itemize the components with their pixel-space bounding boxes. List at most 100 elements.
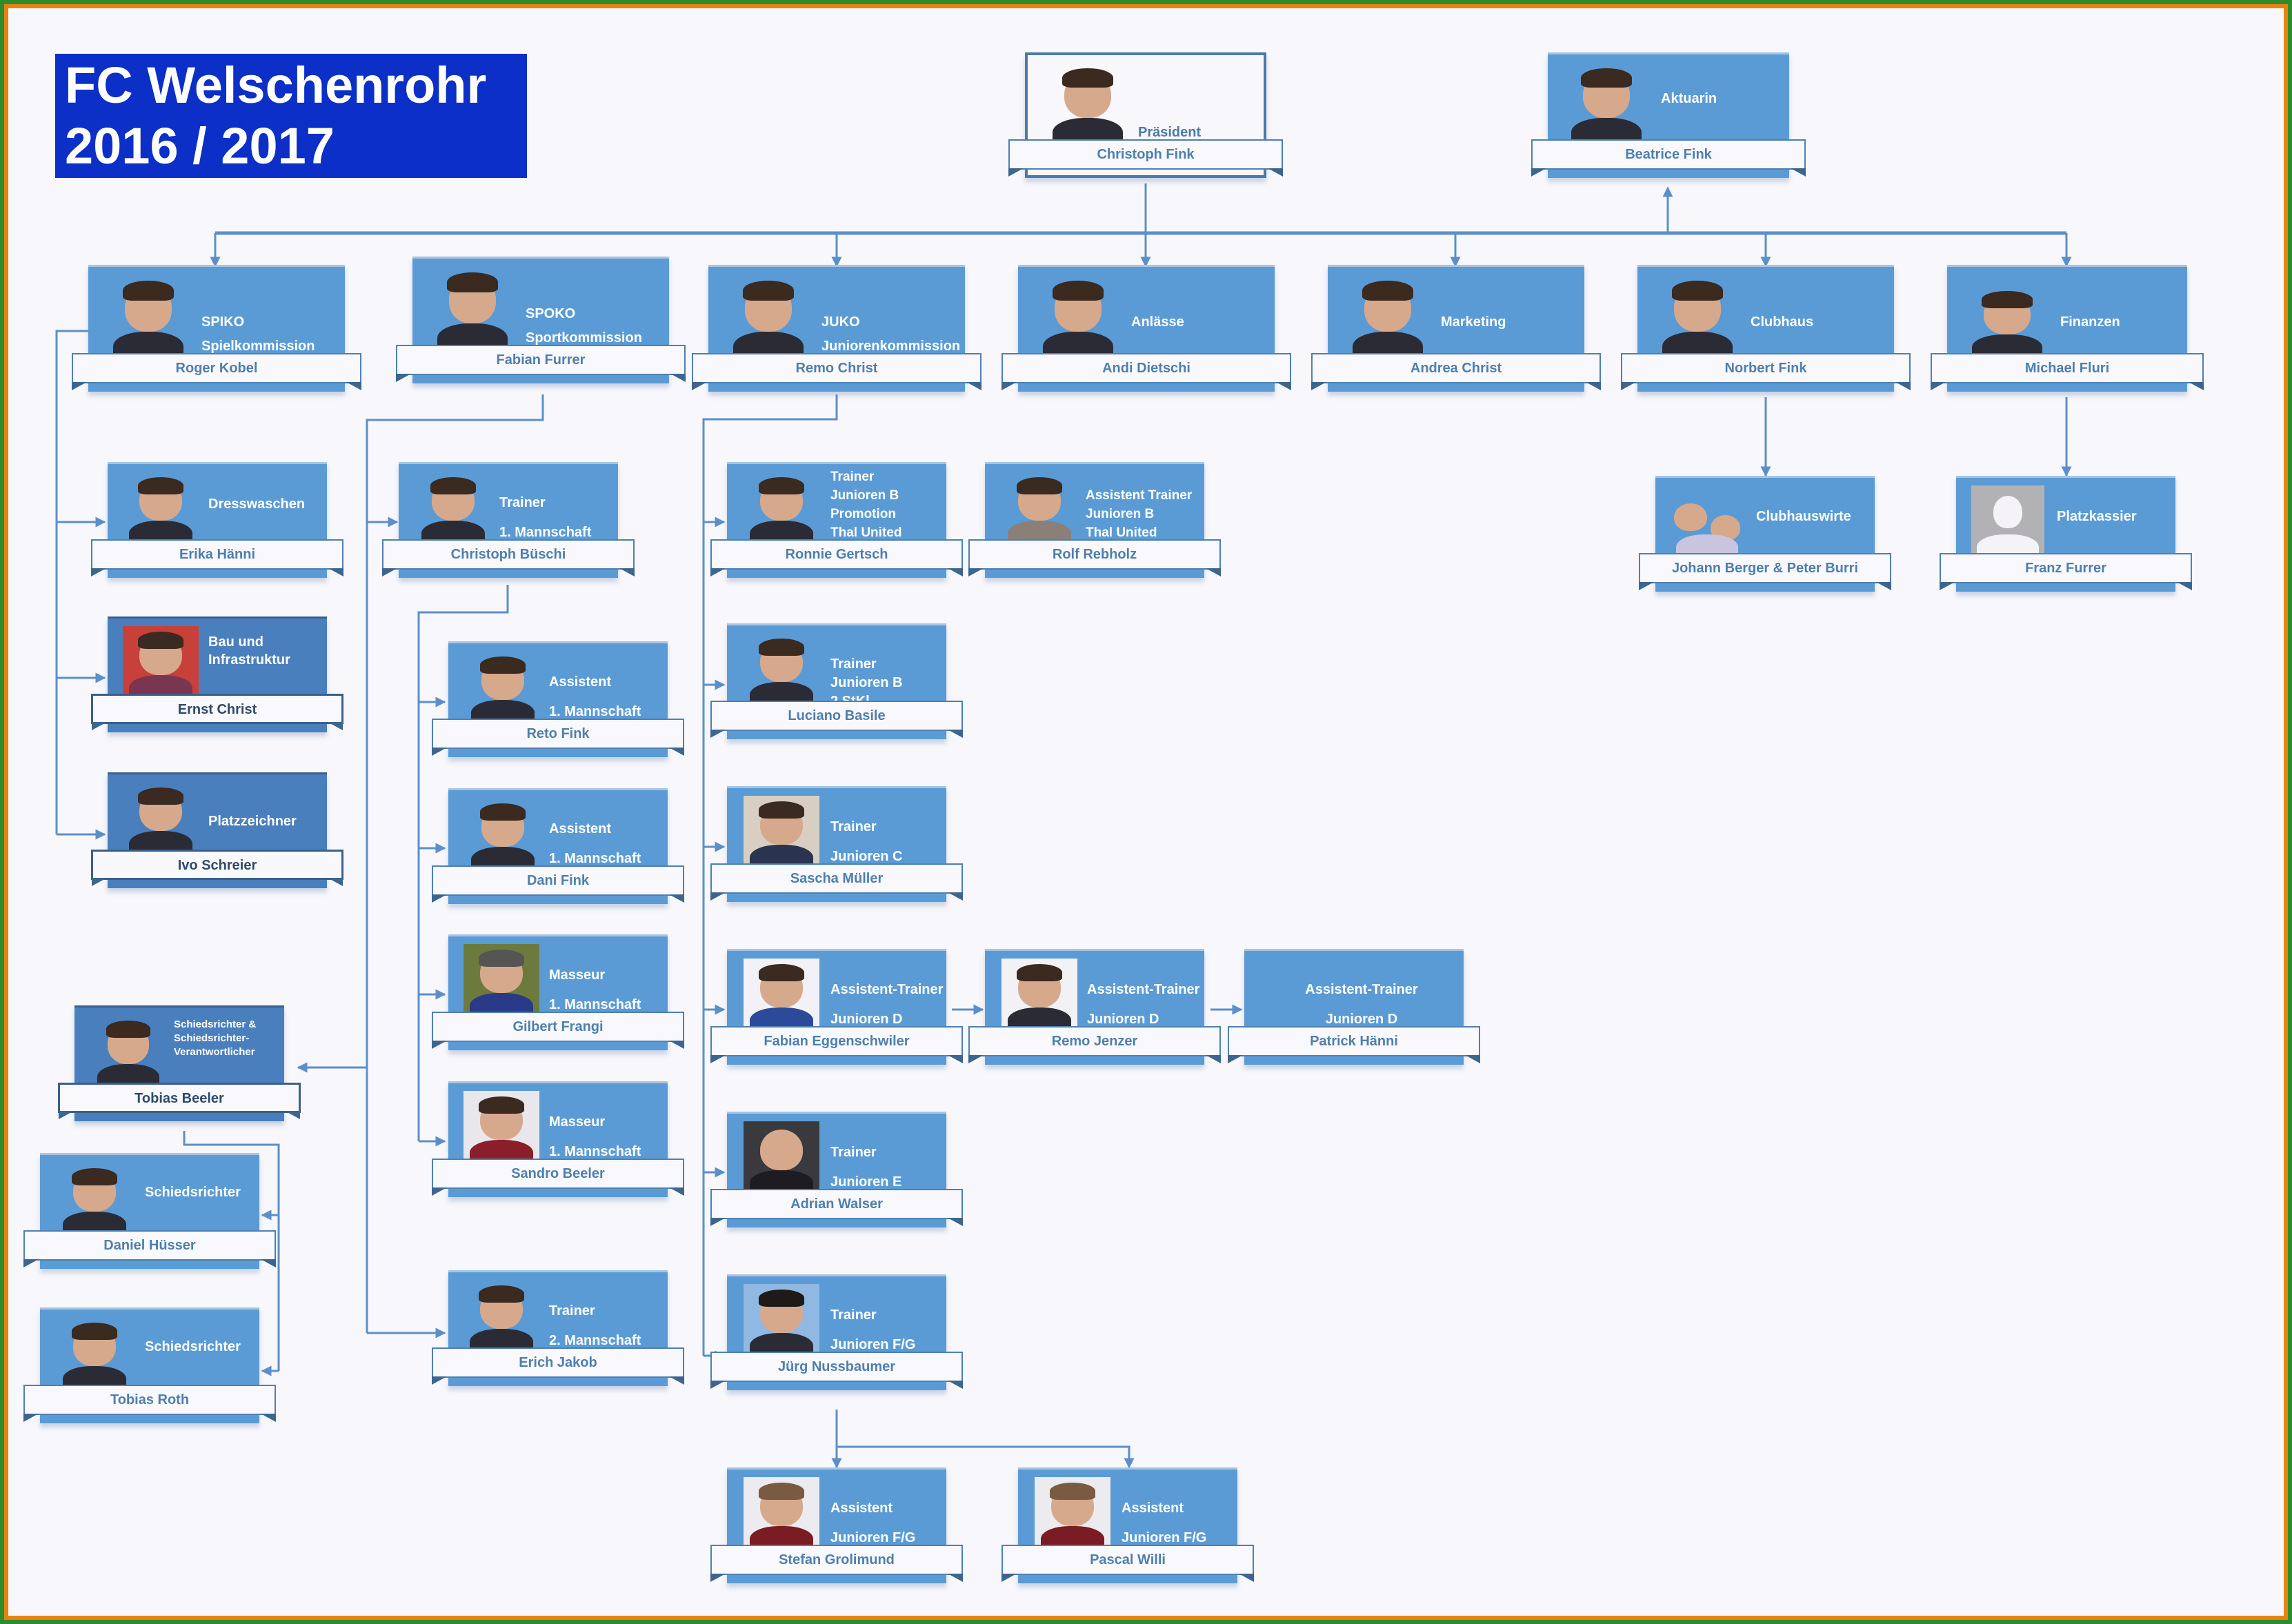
node-schiedsrichter-2[interactable]: Schiedsrichter Tobias Roth (23, 1307, 276, 1430)
role-label: Masseur 1. Mannschaft (549, 947, 665, 1014)
node-junioren-e-trainer[interactable]: Trainer Junioren E Adrian Walser (710, 1112, 963, 1234)
portrait-photo (464, 1091, 539, 1161)
photo-shape (1662, 331, 1733, 356)
photo-shape (430, 477, 476, 494)
node-aktuarin[interactable]: Aktuarin Beatrice Fink (1531, 52, 1806, 185)
role-line: Aktuarin (1661, 91, 1717, 106)
role-line: Finanzen (2060, 314, 2120, 330)
portrait-photo (430, 266, 515, 348)
portrait-photo (1035, 1477, 1110, 1547)
photo-shape (1571, 118, 1642, 142)
node-junioren-fg-assistent-1[interactable]: Assistent Junioren F/G Stefan Grolimund (710, 1467, 963, 1590)
portrait-photo (1346, 274, 1430, 356)
node-junioren-d-assistent-2[interactable]: Assistent-Trainer Junioren D Remo Jenzer (968, 949, 1221, 1072)
node-schiedsrichter-verantwortlicher[interactable]: Schiedsrichter & Schiedsrichter- Verantwor… (58, 1005, 301, 1128)
role-line: Assistent-Trainer (830, 982, 944, 997)
name-label: Sascha Müller (710, 863, 963, 894)
role-line: Junioren B (1086, 507, 1155, 521)
role-label: Trainer Junioren E (830, 1124, 944, 1192)
role-line: Schiedsrichter- (174, 1032, 250, 1044)
photo-shape (1674, 503, 1707, 532)
role-line: Assistent-Trainer (1087, 982, 1200, 997)
name-label: Patrick Hänni (1228, 1026, 1480, 1056)
node-finanzen[interactable]: Finanzen Michael Fluri (1931, 265, 2204, 399)
role-label: Assistent 1. Mannschaft (549, 654, 665, 721)
node-platzkassier[interactable]: Platzkassier Franz Furrer (1940, 476, 2192, 599)
portrait-photo (1001, 472, 1077, 542)
photo-shape (1053, 281, 1104, 301)
node-anlaesse[interactable]: Anlässe Andi Dietschi (1001, 265, 1291, 399)
node-assistent-reto-fink[interactable]: Assistent 1. Mannschaft Reto Fink (432, 641, 684, 764)
role-line: Assistent (549, 821, 612, 836)
name-label: Ernst Christ (91, 694, 343, 724)
connector-lines (55, 183, 2072, 1469)
name-label: Jürg Nussbaumer (710, 1352, 963, 1382)
role-line: JUKO (821, 314, 860, 330)
node-clubhauswirte[interactable]: Clubhauswirte Johann Berger & Peter Burr… (1639, 476, 1891, 599)
node-schiedsrichter-1[interactable]: Schiedsrichter Daniel Hüsser (23, 1153, 276, 1276)
photo-shape (1362, 281, 1413, 301)
node-spiko[interactable]: SPIKO Spielkommission Roger Kobel (72, 265, 361, 399)
name-label: Tobias Roth (23, 1385, 276, 1415)
node-junioren-b2-trainer[interactable]: TrainerJunioren B 2.StKl. Luciano Basile (710, 623, 963, 746)
node-junioren-b-trainer[interactable]: Trainer Junioren B Promotion Thal United Ro… (710, 462, 963, 585)
portrait-photo (744, 796, 819, 866)
role-line: Platzkassier (2057, 509, 2137, 524)
role-label: Trainer Junioren B Promotion Thal United (830, 468, 944, 542)
name-label: Fabian Eggenschwiler (710, 1026, 963, 1056)
node-juko[interactable]: JUKO Juniorenkommission Remo Christ (692, 265, 981, 399)
placeholder-avatar-icon (1971, 485, 2044, 556)
photo-shape (1352, 331, 1424, 356)
photo-shape (480, 656, 526, 674)
role-label: Assistent-Trainer Junioren D (830, 961, 944, 1029)
node-masseur-sandro-beeler[interactable]: Masseur 1. Mannschaft Sandro Beeler (432, 1081, 684, 1204)
portrait-photo (123, 472, 199, 542)
node-platzzeichner[interactable]: Platzzeichner Ivo Schreier (91, 772, 343, 895)
node-junioren-b-assistent[interactable]: Assistent Trainer Junioren B Thal United R… (968, 462, 1221, 585)
node-junioren-fg-assistent-2[interactable]: Assistent Junioren F/G Pascal Willi (1001, 1467, 1254, 1590)
role-label: SPOKO Sportkommission (526, 269, 666, 348)
node-assistent-dani-fink[interactable]: Assistent 1. Mannschaft Dani Fink (432, 788, 684, 911)
node-bau-infrastruktur[interactable]: Bau und Infrastruktur Ernst Christ (91, 616, 343, 739)
portrait-photo (415, 472, 491, 542)
photo-shape (479, 950, 524, 967)
portrait-photo (1564, 62, 1648, 142)
node-clubhaus[interactable]: Clubhaus Norbert Fink (1621, 265, 1911, 399)
node-trainer-2-mannschaft[interactable]: Trainer 2. Mannschaft Erich Jakob (432, 1270, 684, 1393)
node-junioren-fg-trainer[interactable]: Trainer Junioren F/G Jürg Nussbaumer (710, 1274, 963, 1397)
photo-shape (1050, 1483, 1095, 1500)
photo-shape (759, 639, 804, 656)
name-label: Reto Fink (432, 719, 684, 749)
portrait-photo (744, 1284, 819, 1354)
role-label: Assistent-Trainer Junioren D (1087, 961, 1202, 1029)
role-line: Bau und (208, 634, 263, 650)
role-label: Clubhauswirte (1756, 488, 1872, 556)
name-label: Luciano Basile (710, 701, 963, 731)
node-marketing[interactable]: Marketing Andrea Christ (1311, 265, 1601, 399)
node-junioren-d-assistent-1[interactable]: Assistent-Trainer Junioren D Fabian Eggen… (710, 949, 963, 1072)
photo-shape (480, 803, 526, 821)
node-praesident[interactable]: Präsident Christoph Fink (1008, 52, 1283, 185)
portrait-photo (744, 633, 819, 703)
role-label: Assistent Trainer Junioren B Thal United (1086, 468, 1202, 542)
role-label: Assistent 1. Mannschaft (549, 801, 665, 868)
node-masseur-gilbert-frangi[interactable]: Masseur 1. Mannschaft Gilbert Frangi (432, 934, 684, 1057)
photo-shape (1052, 118, 1124, 142)
node-junioren-c-trainer[interactable]: Trainer Junioren C Sascha Müller (710, 786, 963, 909)
role-line: SPOKO (526, 306, 576, 321)
photo-shape (138, 788, 183, 805)
node-dresswaschen[interactable]: Dresswaschen Erika Hänni (91, 462, 343, 585)
role-line: Assistent (1122, 1501, 1184, 1516)
node-trainer-1-mannschaft[interactable]: Trainer 1. Mannschaft Christoph Büschi (382, 462, 635, 585)
role-line: Junioren B (830, 488, 899, 503)
name-label: Christoph Fink (1008, 139, 1283, 170)
role-line: Trainer (830, 1145, 877, 1160)
node-junioren-d-assistent-3[interactable]: Assistent-Trainer Junioren D Patrick Hänn… (1228, 949, 1480, 1072)
role-line: Clubhaus (1751, 314, 1814, 330)
name-label: Norbert Fink (1621, 353, 1911, 383)
role-line: Promotion (830, 507, 896, 521)
role-line: SPIKO (201, 314, 245, 330)
name-label: Dani Fink (432, 865, 684, 896)
photo-shape (1993, 496, 2023, 529)
node-spoko[interactable]: SPOKO Sportkommission Fabian Furrer (396, 257, 686, 390)
